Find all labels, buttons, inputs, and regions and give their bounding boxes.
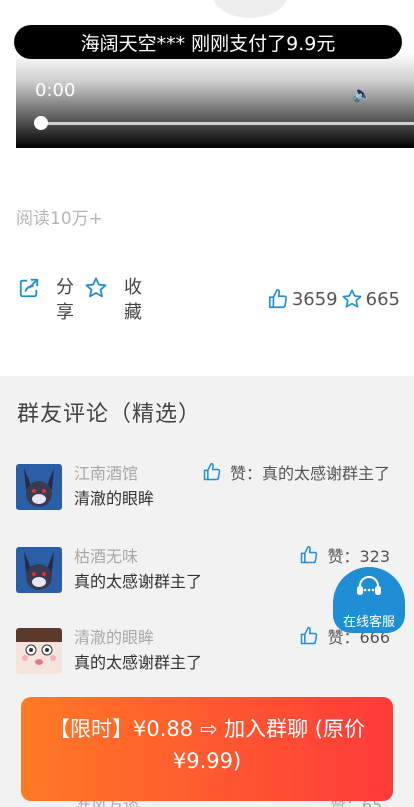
article-stats: 3659 665 [267, 288, 400, 310]
thumbs-up-icon [301, 545, 318, 564]
volume-icon[interactable]: 🔈 [352, 84, 372, 103]
video-progress-track[interactable] [41, 122, 414, 125]
like-count: 3659 [291, 288, 338, 310]
comment-text: 真的太感谢群主了 [74, 572, 203, 591]
comment-text: 清澈的眼眸 [74, 489, 155, 508]
favorite-star-icon[interactable] [341, 288, 363, 310]
headset-chat-icon [357, 576, 381, 595]
favorite-count: 665 [365, 288, 400, 310]
comment-item: 江南酒馆 清澈的眼眸 赞：真的太感谢群主了 [16, 460, 406, 520]
join-group-button[interactable]: 【限时】¥0.88 ⇨ 加入群聊 (原价¥9.99) [21, 697, 393, 801]
comment-like[interactable]: 赞：真的太感谢群主了 [202, 460, 390, 484]
comment-like-text: 赞：真的太感谢群主了 [229, 464, 390, 483]
thumbs-up-icon [203, 462, 221, 481]
comment-like-text: 赞：323 [327, 547, 390, 566]
video-player[interactable]: 0:00 🔈 ⋮ [16, 52, 414, 148]
thumbs-up-icon [301, 626, 318, 645]
favorite-star-icon[interactable] [84, 276, 108, 300]
comment-like[interactable]: 赞：323 [299, 543, 390, 567]
customer-service-label: 在线客服 [342, 615, 395, 630]
comment-author: 清澈的眼眸 [74, 628, 155, 647]
avatar[interactable] [16, 547, 62, 593]
payment-toast: 海阔天空*** 刚刚支付了9.9元 [14, 25, 402, 59]
read-count: 阅读10万+ [16, 209, 103, 229]
share-icon[interactable] [18, 277, 40, 299]
avatar[interactable] [16, 628, 62, 674]
comment-author: 江南酒馆 [74, 464, 139, 483]
video-current-time: 0:00 [35, 80, 76, 101]
comments-title: 群友评论（精选） [17, 402, 202, 427]
comment-author: 枯酒无味 [74, 547, 139, 566]
join-group-label: 【限时】¥0.88 ⇨ 加入群聊 (原价¥9.99) [49, 717, 365, 773]
avatar[interactable] [16, 464, 62, 510]
comment-text: 真的太感谢群主了 [74, 653, 203, 672]
thumbs-up-icon[interactable] [267, 288, 289, 310]
share-button[interactable]: 分享 [56, 275, 78, 325]
share-favorite-actions: 分享 收藏 [18, 275, 146, 325]
online-customer-service-button[interactable]: 在线客服 [333, 567, 405, 633]
more-options-icon[interactable]: ⋮ [408, 86, 414, 102]
video-progress-thumb[interactable] [34, 116, 48, 130]
favorite-button[interactable]: 收藏 [124, 275, 146, 325]
payment-toast-text: 海阔天空*** 刚刚支付了9.9元 [80, 32, 336, 55]
comment-item: 清澈的眼眸 真的太感谢群主了 赞：666 [16, 624, 406, 684]
top-decoration [212, 0, 288, 18]
